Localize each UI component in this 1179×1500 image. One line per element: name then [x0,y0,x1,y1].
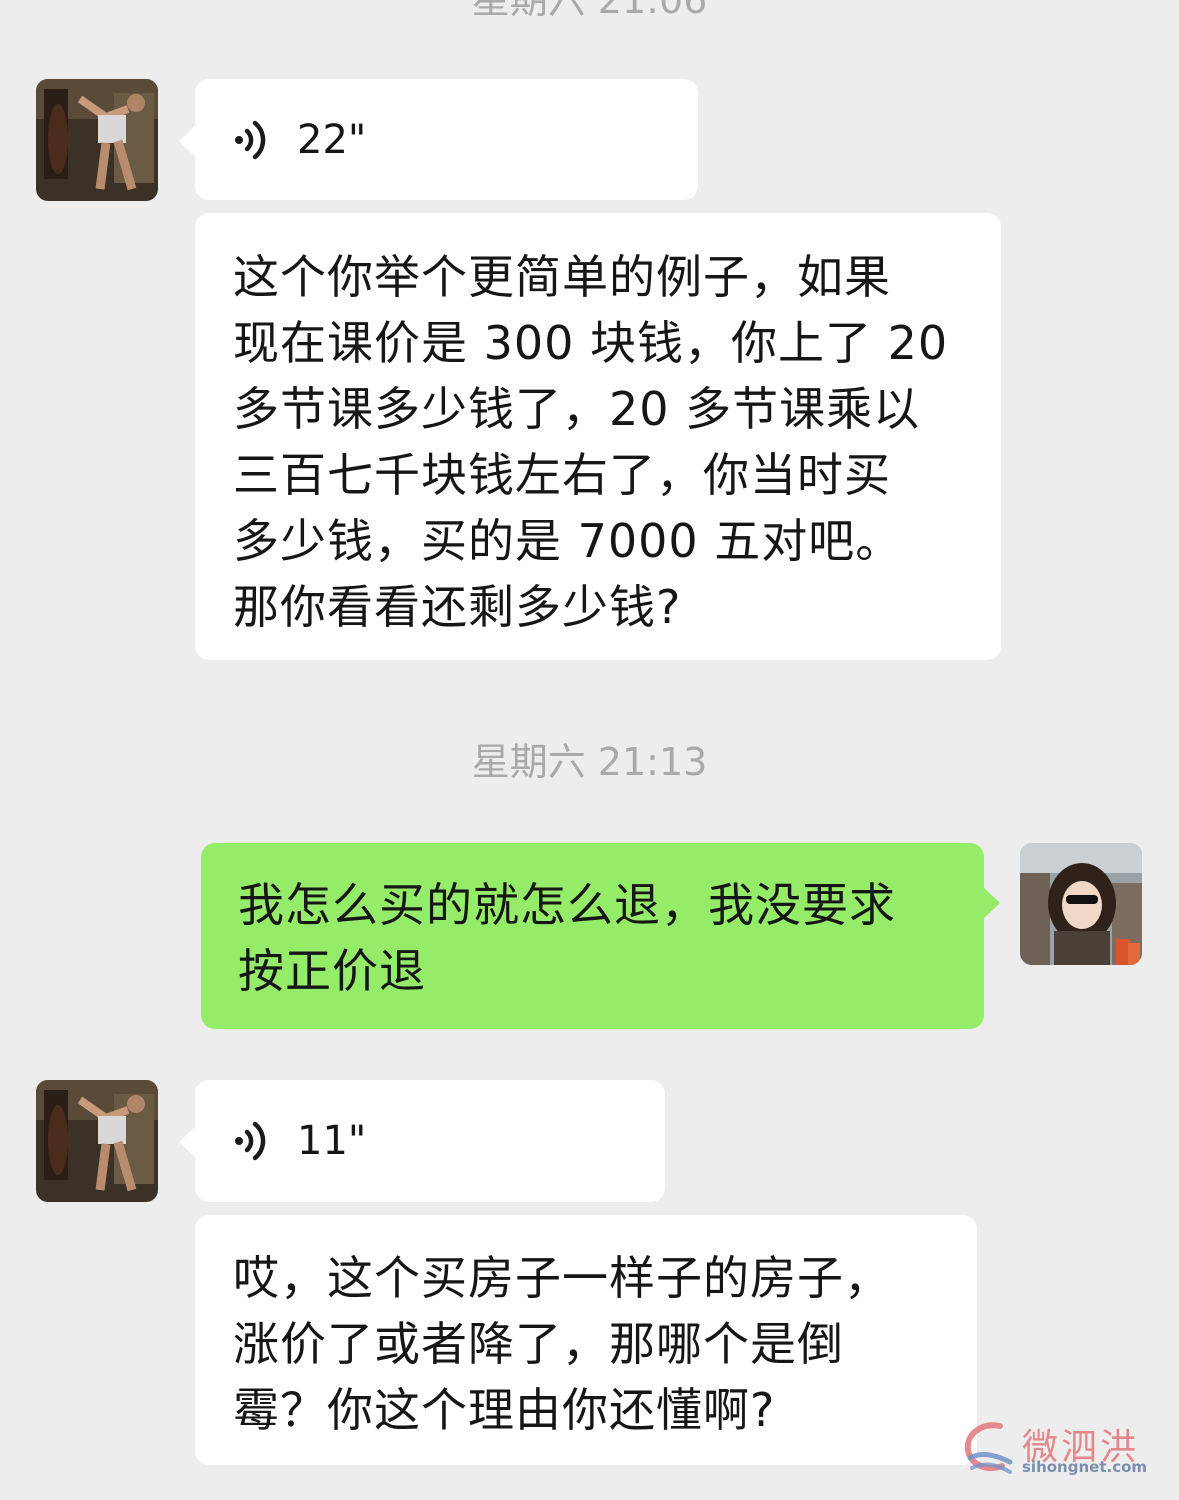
watermark-url: sihongnet.com [1022,1458,1148,1476]
message-text: 哎，这个买房子一样子的房子， 涨价了或者降了，那哪个是倒 霉？你这个理由你还懂啊… [233,1251,891,1437]
watermark-logo-icon [964,1422,1013,1474]
text-message-bubble[interactable]: 这个你举个更简单的例子，如果 现在课价是 300 块钱，你上了 20 多节课多少… [195,213,1001,660]
voice-duration: 11" [297,1118,367,1164]
text-message-bubble[interactable]: 哎，这个买房子一样子的房子， 涨价了或者降了，那哪个是倒 霉？你这个理由你还懂啊… [195,1215,977,1465]
self-avatar[interactable] [1020,843,1142,965]
watermark: 微泗洪 sihongnet.com [960,1418,1170,1480]
bubble-tail [179,1126,196,1158]
contact-avatar[interactable] [36,79,158,201]
voice-wave-icon [235,1121,266,1161]
contact-avatar[interactable] [36,1080,158,1202]
bubble-tail [179,125,196,157]
voice-message-bubble[interactable]: 22" [179,79,698,200]
message-text: 这个你举个更简单的例子，如果 现在课价是 300 块钱，你上了 20 多节课多少… [233,250,949,634]
voice-message-bubble[interactable]: 11" [179,1080,665,1202]
sent-message-bubble[interactable]: 我怎么买的就怎么退，我没要求 按正价退 [201,843,1000,1029]
message-text: 我怎么买的就怎么退，我没要求 按正价退 [238,878,896,998]
timestamp-middle: 星期六 21:13 [471,740,708,784]
timestamp-top: 星期六 21:06 [471,0,708,22]
voice-duration: 22" [297,116,367,163]
bubble-tail [983,887,1000,919]
voice-wave-icon [235,120,266,159]
